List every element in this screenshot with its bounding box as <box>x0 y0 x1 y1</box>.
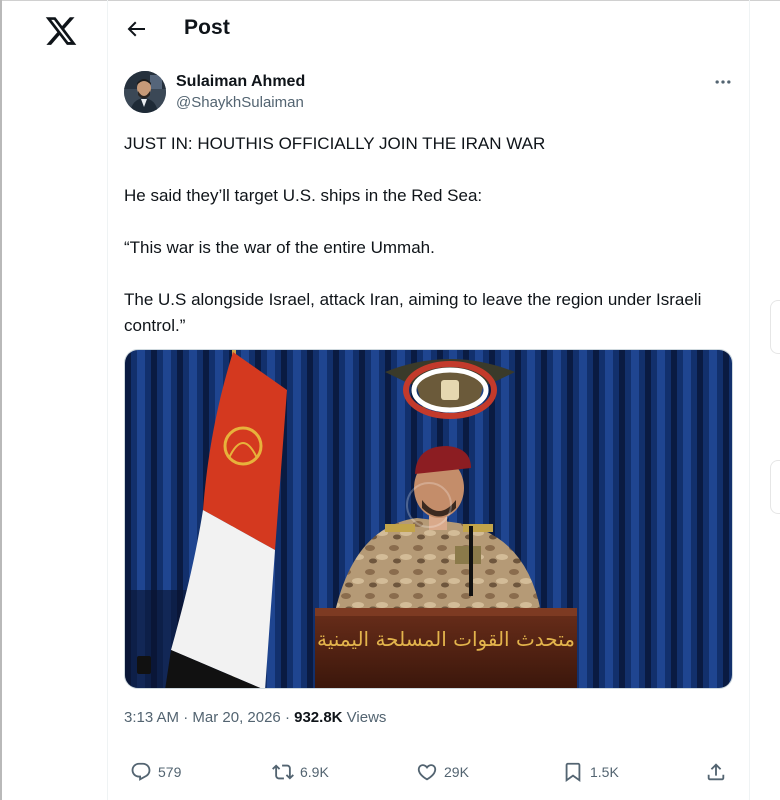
tweet-paragraph: JUST IN: HOUTHIS OFFICIALLY JOIN THE IRA… <box>124 134 546 153</box>
tweet-paragraph: “This war is the war of the entire Ummah… <box>124 238 435 257</box>
author-display-name[interactable]: Sulaiman Ahmed <box>176 73 305 91</box>
column-divider-right <box>749 0 750 800</box>
like-count: 29K <box>444 764 469 780</box>
repost-icon <box>272 764 294 780</box>
tweet-date[interactable]: Mar 20, 2026 <box>192 709 280 726</box>
media-illustration: متحدث القوات المسلحة اليمنية <box>125 350 732 688</box>
bookmark-count: 1.5K <box>590 764 619 780</box>
sidebar-edge <box>770 300 780 520</box>
podium-inscription: متحدث القوات المسلحة اليمنية <box>317 627 575 651</box>
tweet-paragraph: The U.S alongside Israel, attack Iran, a… <box>124 290 702 335</box>
more-options-button[interactable] <box>713 72 733 92</box>
repost-button[interactable]: 6.9K <box>272 760 329 784</box>
action-bar: 579 6.9K 29K 1.5K <box>108 756 749 786</box>
column-divider <box>107 0 108 800</box>
repost-count: 6.9K <box>300 764 329 780</box>
share-icon <box>707 763 725 781</box>
avatar[interactable] <box>124 71 166 113</box>
nav-rail <box>0 0 107 800</box>
x-logo-icon[interactable] <box>44 14 78 48</box>
bookmark-button[interactable]: 1.5K <box>562 760 619 784</box>
heart-icon <box>417 764 437 781</box>
tweet-media-image[interactable]: متحدث القوات المسلحة اليمنية <box>124 349 733 689</box>
meta-separator: · <box>183 709 189 726</box>
reply-button[interactable]: 579 <box>130 760 181 784</box>
arrow-left-icon <box>127 21 145 37</box>
bookmark-icon <box>565 762 581 783</box>
sidebar-edge-card <box>770 300 780 354</box>
tweet-meta: 3:13 AM · Mar 20, 2026 · 932.8K Views <box>124 709 386 726</box>
more-horizontal-icon <box>715 80 731 84</box>
tweet-time[interactable]: 3:13 AM <box>124 709 179 726</box>
post-header: Post <box>108 0 749 58</box>
views-label: Views <box>346 709 387 726</box>
views-count: 932.8K <box>294 709 343 726</box>
reply-icon <box>131 762 151 781</box>
reply-count: 579 <box>158 764 182 780</box>
author-handle[interactable]: @ShaykhSulaiman <box>176 94 304 111</box>
meta-separator: · <box>284 709 290 726</box>
tweet-paragraph: He said they’ll target U.S. ships in the… <box>124 186 483 205</box>
page-title: Post <box>184 16 230 39</box>
share-button[interactable] <box>705 760 727 784</box>
sidebar-edge-card <box>770 460 780 514</box>
back-button[interactable] <box>124 17 148 41</box>
like-button[interactable]: 29K <box>416 760 469 784</box>
author-row: Sulaiman Ahmed @ShaykhSulaiman <box>124 71 744 115</box>
